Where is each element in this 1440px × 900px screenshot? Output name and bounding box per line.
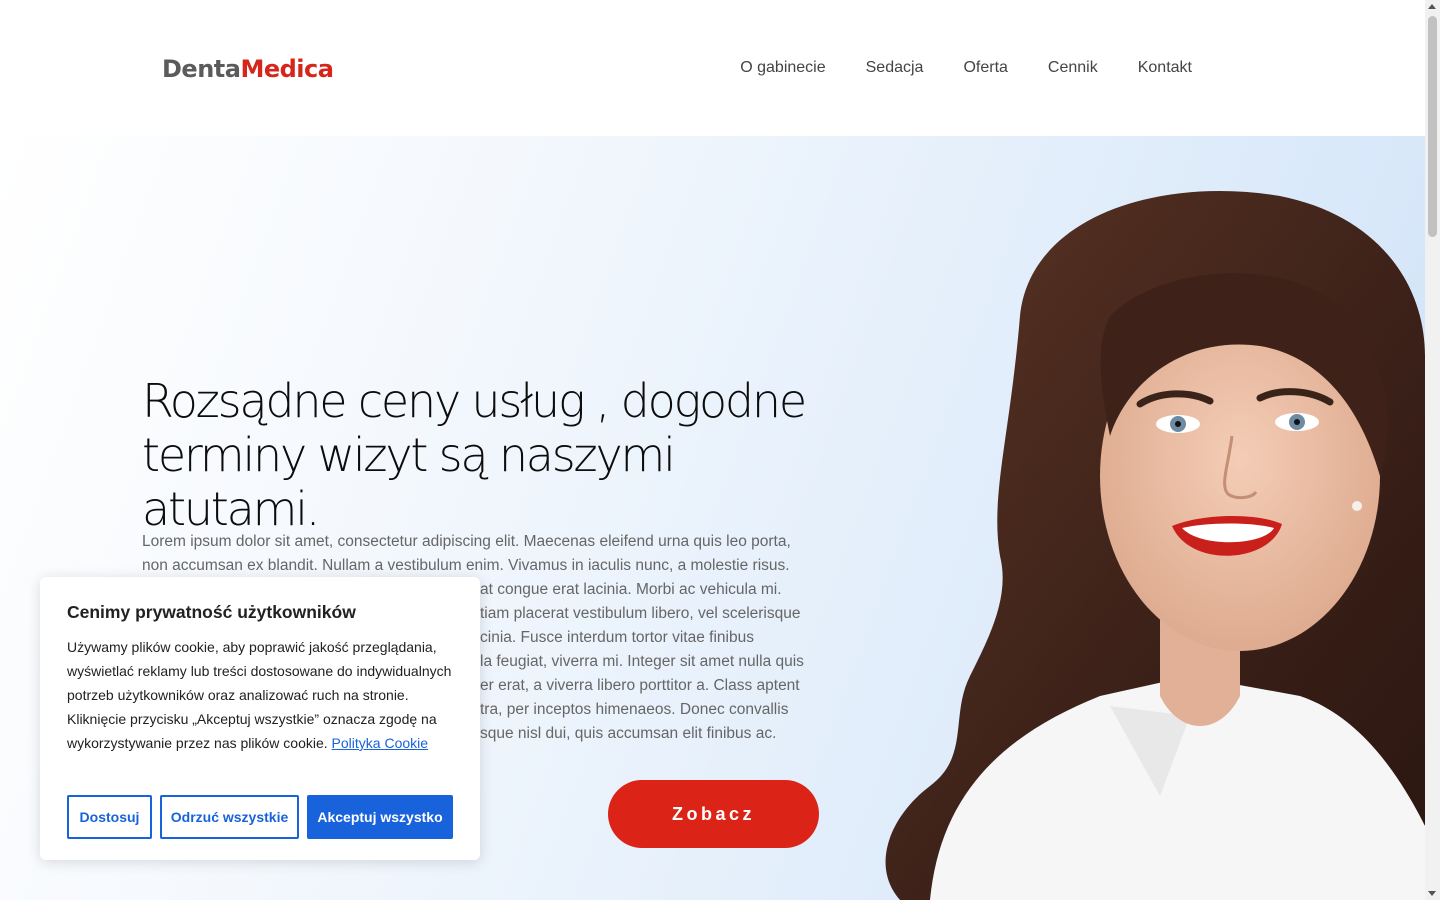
logo[interactable]: DentaMedica xyxy=(162,54,334,84)
main-nav: O gabinecie Sedacja Oferta Cennik Kontak… xyxy=(740,58,1192,78)
hero-title: Rozsądne ceny usług , dogodne terminy wi… xyxy=(142,374,862,536)
hero-title-line-2: terminy wizyt są naszymi atutami. xyxy=(142,428,676,536)
site-header: DentaMedica O gabinecie Sedacja Oferta C… xyxy=(0,0,1425,136)
cookie-title: Cenimy prywatność użytkowników xyxy=(67,602,356,622)
accept-all-button[interactable]: Akceptuj wszystko xyxy=(307,795,453,839)
cookie-policy-link[interactable]: Polityka Cookie xyxy=(332,735,429,751)
hero-title-line-1: Rozsądne ceny usług , dogodne xyxy=(142,374,807,428)
cookie-description: Używamy plików cookie, aby poprawić jako… xyxy=(67,635,457,755)
cookie-consent-banner: Cenimy prywatność użytkowników Używamy p… xyxy=(40,577,480,860)
scroll-down-arrow-icon[interactable] xyxy=(1428,891,1436,896)
logo-part-2: Medica xyxy=(240,55,334,83)
nav-item-oferta[interactable]: Oferta xyxy=(963,58,1007,78)
scrollbar-thumb[interactable] xyxy=(1428,16,1437,237)
nav-item-o-gabinecie[interactable]: O gabinecie xyxy=(740,58,825,78)
nav-item-kontakt[interactable]: Kontakt xyxy=(1138,58,1192,78)
nav-item-cennik[interactable]: Cennik xyxy=(1048,58,1098,78)
reject-all-button[interactable]: Odrzuć wszystkie xyxy=(160,795,299,839)
hero-text-line: Lorem ipsum dolor sit amet, consectetur … xyxy=(142,533,791,550)
scroll-up-arrow-icon[interactable] xyxy=(1428,4,1436,9)
woman-portrait-image xyxy=(885,191,1425,900)
customize-button[interactable]: Dostosuj xyxy=(67,795,152,839)
page-scrollbar[interactable] xyxy=(1425,0,1440,900)
nav-item-sedacja[interactable]: Sedacja xyxy=(866,58,924,78)
zobacz-button[interactable]: Zobacz xyxy=(608,780,819,848)
hero-text-line: non accumsan ex blandit. Nullam a vestib… xyxy=(142,557,790,574)
logo-part-1: Denta xyxy=(162,55,241,83)
